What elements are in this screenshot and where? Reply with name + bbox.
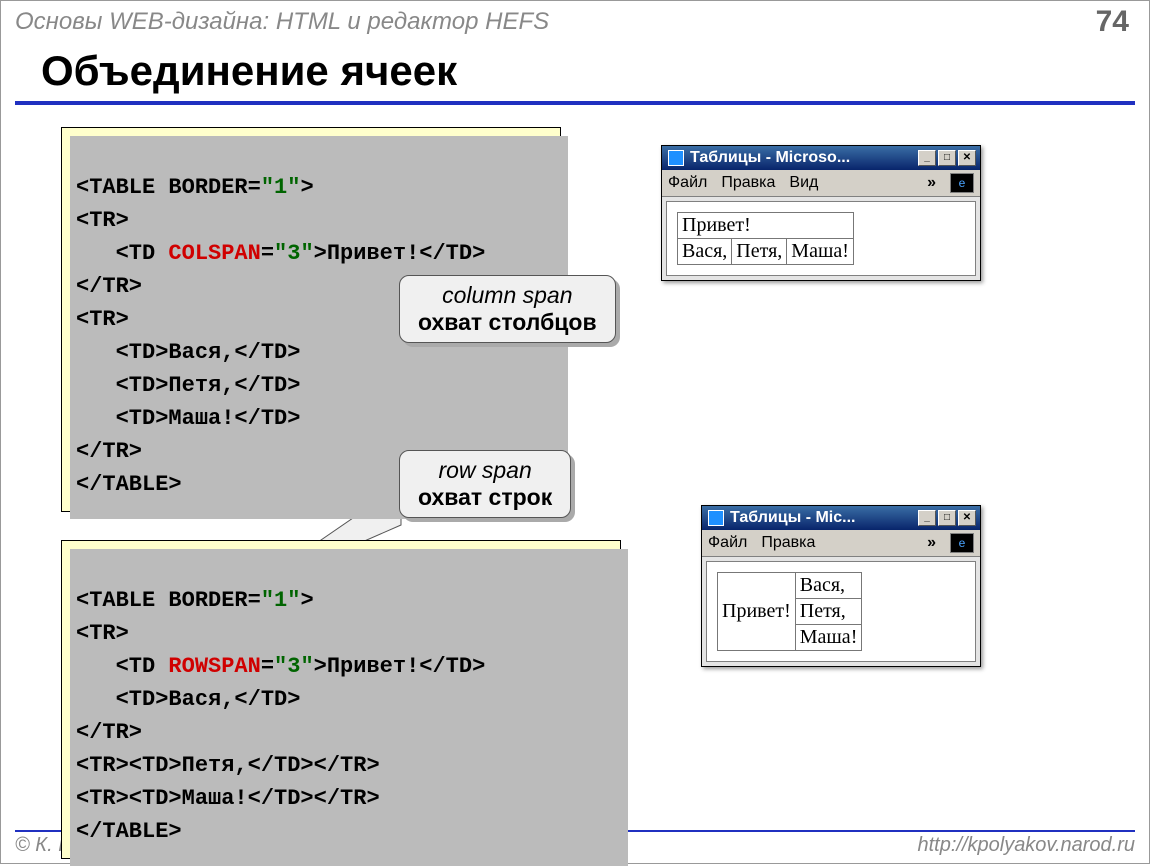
callout-colspan: column span охват столбцов bbox=[399, 275, 616, 343]
table-cell: Привет! bbox=[718, 573, 796, 651]
window-titlebar: Таблицы - Microso... _ □ ✕ bbox=[662, 146, 980, 170]
browser-window-2: Таблицы - Mic... _ □ ✕ Файл Правка » e П… bbox=[701, 505, 981, 667]
menu-more-icon[interactable]: » bbox=[927, 174, 936, 192]
page-number: 74 bbox=[1096, 5, 1129, 39]
window-title-text: Таблицы - Microso... bbox=[690, 149, 850, 167]
menu-edit[interactable]: Правка bbox=[761, 534, 815, 552]
callout-rowspan: row span охват строк bbox=[399, 450, 571, 518]
window-body: Привет! Вася, Петя, Маша! bbox=[706, 561, 976, 662]
table-cell: Петя, bbox=[732, 239, 787, 265]
ie-icon bbox=[668, 150, 684, 166]
window-menu: Файл Правка Вид » e bbox=[662, 170, 980, 197]
minimize-button[interactable]: _ bbox=[918, 150, 936, 166]
window-menu: Файл Правка » e bbox=[702, 530, 980, 557]
menu-more-icon[interactable]: » bbox=[927, 534, 936, 552]
maximize-button[interactable]: □ bbox=[938, 510, 956, 526]
maximize-button[interactable]: □ bbox=[938, 150, 956, 166]
browser-window-1: Таблицы - Microso... _ □ ✕ Файл Правка В… bbox=[661, 145, 981, 281]
menu-view[interactable]: Вид bbox=[789, 174, 818, 192]
menu-file[interactable]: Файл bbox=[708, 534, 747, 552]
table-cell: Маша! bbox=[795, 625, 862, 651]
ie-logo-icon: e bbox=[950, 533, 974, 553]
result-table-1: Привет! Вася, Петя, Маша! bbox=[677, 212, 854, 265]
code-block-rowspan: <TABLE BORDER="1"> <TR> <TD ROWSPAN="3">… bbox=[61, 540, 621, 859]
result-table-2: Привет! Вася, Петя, Маша! bbox=[717, 572, 862, 651]
table-cell: Привет! bbox=[678, 213, 854, 239]
footer-url: http://kpolyakov.narod.ru bbox=[917, 834, 1135, 857]
ie-logo-icon: e bbox=[950, 173, 974, 193]
table-cell: Вася, bbox=[678, 239, 732, 265]
page-title: Объединение ячеек bbox=[41, 47, 1149, 95]
table-cell: Маша! bbox=[787, 239, 854, 265]
close-button[interactable]: ✕ bbox=[958, 150, 976, 166]
table-cell: Вася, bbox=[795, 573, 862, 599]
menu-edit[interactable]: Правка bbox=[721, 174, 775, 192]
close-button[interactable]: ✕ bbox=[958, 510, 976, 526]
window-body: Привет! Вася, Петя, Маша! bbox=[666, 201, 976, 276]
window-title-text: Таблицы - Mic... bbox=[730, 509, 855, 527]
table-cell: Петя, bbox=[795, 599, 862, 625]
menu-file[interactable]: Файл bbox=[668, 174, 707, 192]
minimize-button[interactable]: _ bbox=[918, 510, 936, 526]
course-title: Основы WEB-дизайна: HTML и редактор HEFS bbox=[15, 8, 549, 36]
window-titlebar: Таблицы - Mic... _ □ ✕ bbox=[702, 506, 980, 530]
ie-icon bbox=[708, 510, 724, 526]
